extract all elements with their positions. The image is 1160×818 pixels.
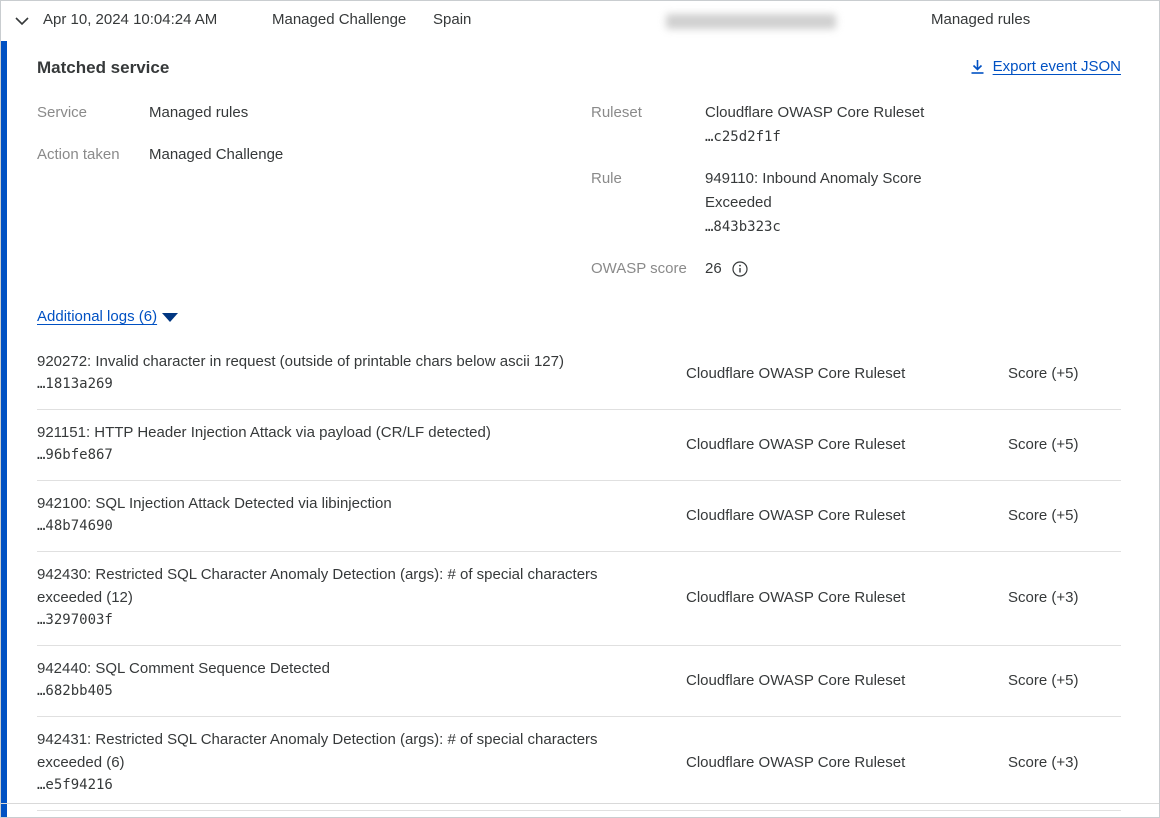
log-rule-description: 942430: Restricted SQL Character Anomaly… (37, 563, 639, 609)
firewall-event-expanded-row: Apr 10, 2024 10:04:24 AM Managed Challen… (0, 0, 1160, 818)
service-value: Managed rules (149, 101, 248, 125)
log-score: Score (+5) (963, 657, 1121, 703)
log-ruleset-name: Cloudflare OWASP Core Ruleset (677, 350, 963, 396)
export-event-json-label: Export event JSON (993, 58, 1121, 75)
ruleset-value: Cloudflare OWASP Core Ruleset (705, 104, 924, 121)
event-timestamp: Apr 10, 2024 10:04:24 AM (43, 11, 217, 28)
log-rule-hash: …682bb405 (37, 680, 677, 703)
log-score: Score (+3) (963, 728, 1121, 797)
log-row: 921151: HTTP Header Injection Attack via… (37, 410, 1121, 481)
log-rule-hash: …48b74690 (37, 515, 677, 538)
additional-logs-label: Additional logs (6) (37, 308, 157, 325)
log-rule-hash: …3297003f (37, 609, 677, 632)
log-ruleset-name: Cloudflare OWASP Core Ruleset (677, 421, 963, 467)
log-row: 920272: Invalid character in request (ou… (37, 339, 1121, 410)
log-row: 942440: SQL Comment Sequence Detected …6… (37, 646, 1121, 717)
matched-service-panel: Matched service Export event JSON Servic… (1, 41, 1159, 811)
log-rule-description: 920272: Invalid character in request (ou… (37, 350, 639, 373)
log-rule-description: 942431: Restricted SQL Character Anomaly… (37, 728, 639, 774)
row-bottom-divider (1, 803, 1159, 804)
owasp-score-label: OWASP score (591, 257, 705, 281)
rule-label: Rule (591, 167, 705, 239)
log-score: Score (+5) (963, 421, 1121, 467)
log-ruleset-name: Cloudflare OWASP Core Ruleset (677, 657, 963, 703)
rule-hash: …843b323c (705, 219, 781, 235)
ruleset-field: Ruleset Cloudflare OWASP Core Ruleset …c… (591, 101, 945, 149)
log-rule-hash: …1813a269 (37, 373, 677, 396)
caret-down-icon (162, 313, 178, 322)
export-event-json-link[interactable]: Export event JSON (970, 58, 1121, 75)
service-label: Service (37, 101, 149, 125)
action-taken-value: Managed Challenge (149, 143, 283, 167)
action-taken-label: Action taken (37, 143, 149, 167)
log-rule-description: 942440: SQL Comment Sequence Detected (37, 657, 639, 680)
log-rule-description: 942100: SQL Injection Attack Detected vi… (37, 492, 639, 515)
service-field: Service Managed rules (37, 101, 283, 125)
chevron-down-icon[interactable] (14, 14, 30, 28)
event-summary-row[interactable]: Apr 10, 2024 10:04:24 AM Managed Challen… (1, 1, 1159, 41)
owasp-score-field: OWASP score 26 (591, 257, 945, 281)
log-row: 942100: SQL Injection Attack Detected vi… (37, 481, 1121, 552)
additional-logs-toggle[interactable]: Additional logs (6) (37, 308, 178, 325)
owasp-score-value: 26 (705, 257, 722, 281)
log-rule-hash: …96bfe867 (37, 444, 677, 467)
event-service: Managed rules (931, 11, 1030, 28)
log-row: 942431: Restricted SQL Character Anomaly… (37, 717, 1121, 811)
info-icon[interactable] (732, 261, 748, 277)
additional-logs-list: 920272: Invalid character in request (ou… (37, 339, 1121, 811)
log-ruleset-name: Cloudflare OWASP Core Ruleset (677, 563, 963, 632)
log-row: 942430: Restricted SQL Character Anomaly… (37, 552, 1121, 646)
log-score: Score (+3) (963, 563, 1121, 632)
ruleset-label: Ruleset (591, 101, 705, 149)
log-score: Score (+5) (963, 350, 1121, 396)
rule-value: 949110: Inbound Anomaly Score Exceeded (705, 170, 922, 211)
log-rule-description: 921151: HTTP Header Injection Attack via… (37, 421, 639, 444)
log-rule-hash: …e5f94216 (37, 774, 677, 797)
event-action: Managed Challenge (272, 11, 406, 28)
action-taken-field: Action taken Managed Challenge (37, 143, 283, 167)
expanded-row-accent-bar (1, 41, 7, 817)
rule-field: Rule 949110: Inbound Anomaly Score Excee… (591, 167, 945, 239)
log-score: Score (+5) (963, 492, 1121, 538)
ruleset-hash: …c25d2f1f (705, 129, 781, 145)
download-icon (970, 59, 985, 75)
event-detail-fields: Service Managed rules Action taken Manag… (37, 101, 1121, 297)
panel-title: Matched service (37, 58, 169, 78)
event-country: Spain (433, 11, 471, 28)
redacted-host-value (666, 14, 836, 29)
log-ruleset-name: Cloudflare OWASP Core Ruleset (677, 492, 963, 538)
log-ruleset-name: Cloudflare OWASP Core Ruleset (677, 728, 963, 797)
